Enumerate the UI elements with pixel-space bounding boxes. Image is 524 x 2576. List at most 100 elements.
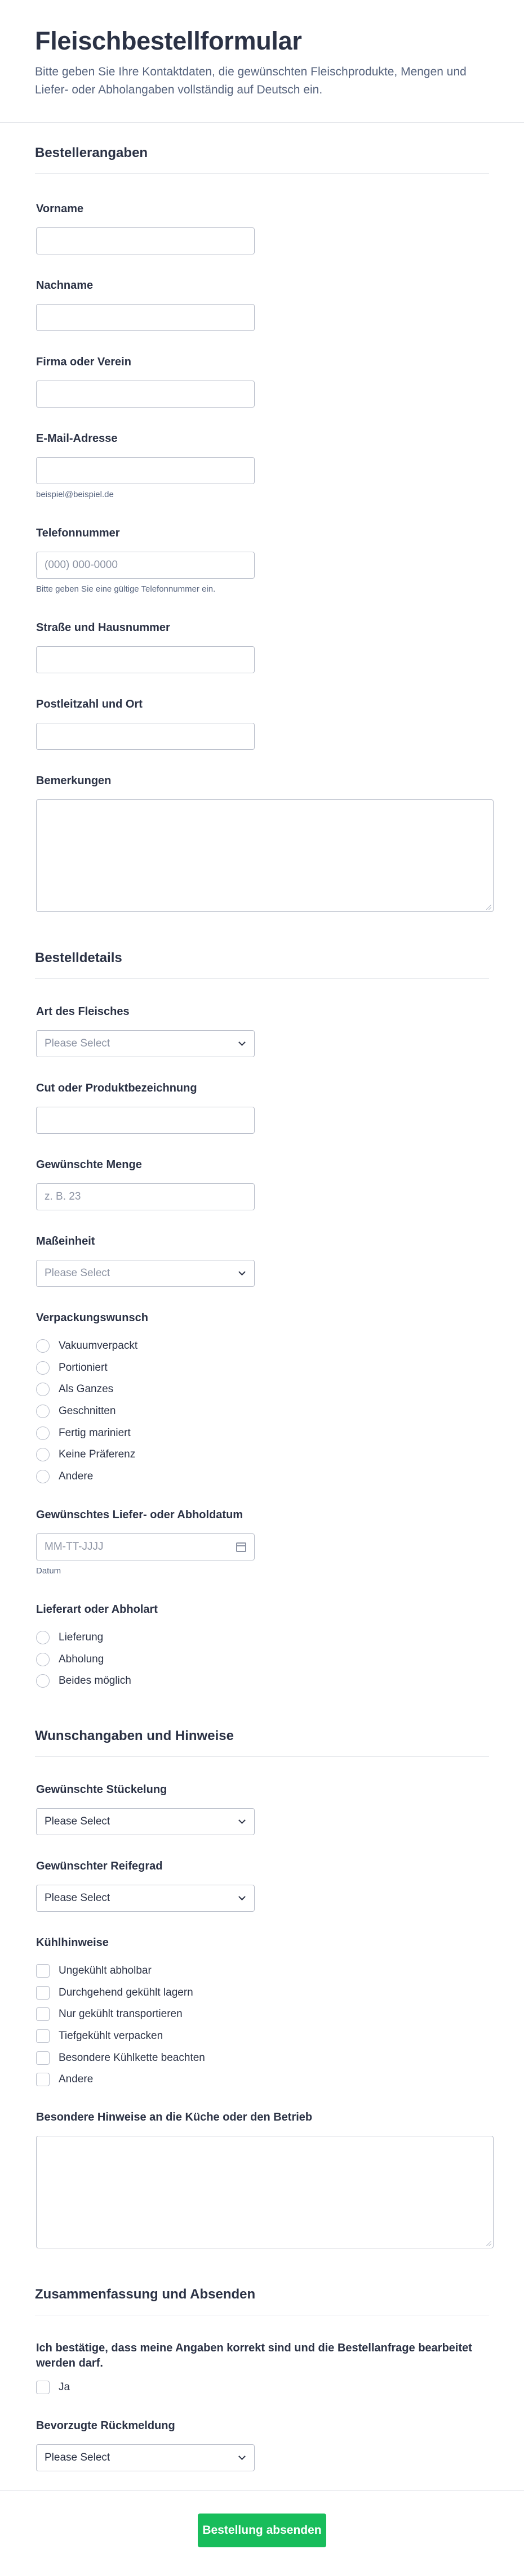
- unit-select[interactable]: Please Select: [36, 1260, 255, 1287]
- radio-button[interactable]: [36, 1652, 50, 1666]
- radio-button[interactable]: [36, 1405, 50, 1419]
- packaging-option[interactable]: Portioniert: [36, 1357, 148, 1379]
- feedback-select[interactable]: Please Select: [36, 2444, 255, 2471]
- remarks-textarea[interactable]: [36, 799, 494, 912]
- packaging-option[interactable]: Andere: [36, 1466, 148, 1488]
- field-label: Straße und Hausnummer: [36, 621, 170, 634]
- section-order-details: Bestelldetails: [35, 928, 489, 1012]
- radio-button[interactable]: [36, 1426, 50, 1440]
- field-zip-city: Postleitzahl und Ort: [35, 697, 255, 750]
- confirm-option[interactable]: Ja: [36, 2377, 491, 2399]
- radio-button[interactable]: [36, 1361, 50, 1375]
- radio-button[interactable]: [36, 1339, 50, 1353]
- chevron-down-icon: [238, 2454, 246, 2462]
- checkbox[interactable]: [36, 2029, 50, 2043]
- checkbox[interactable]: [36, 2051, 50, 2065]
- delivery-options: Lieferung Abholung Beides möglich: [36, 1627, 158, 1692]
- packaging-option[interactable]: Vakuumverpackt: [36, 1335, 148, 1357]
- option-label: Abholung: [59, 1653, 104, 1665]
- email-input[interactable]: [36, 457, 255, 484]
- street-input[interactable]: [36, 646, 255, 673]
- radio-button[interactable]: [36, 1674, 50, 1688]
- meat-type-select[interactable]: Please Select: [36, 1030, 255, 1057]
- form-header: Fleischbestellformular Bitte geben Sie I…: [0, 0, 524, 123]
- radio-button[interactable]: [36, 1383, 50, 1397]
- delivery-option[interactable]: Lieferung: [36, 1627, 158, 1649]
- quantity-input[interactable]: z. B. 23: [36, 1183, 255, 1210]
- field-cut: Cut oder Produktbezeichnung: [35, 1081, 255, 1134]
- delivery-option[interactable]: Beides möglich: [36, 1670, 158, 1692]
- option-label: Andere: [59, 2073, 94, 2086]
- select-value: Please Select: [45, 1037, 110, 1049]
- packaging-options: Vakuumverpackt Portioniert Als Ganzes Ge…: [36, 1335, 148, 1487]
- option-label: Ungekühlt abholbar: [59, 1965, 152, 1977]
- cooling-option[interactable]: Nur gekühlt transportieren: [36, 2003, 205, 2025]
- pieces-select[interactable]: Please Select: [36, 1808, 255, 1835]
- field-label: Firma oder Verein: [36, 356, 131, 368]
- checkbox[interactable]: [36, 2381, 50, 2395]
- select-value: Please Select: [45, 2452, 110, 2463]
- date-sublabel: Datum: [36, 1566, 61, 1576]
- field-first-name: Vorname: [35, 202, 255, 254]
- field-label: Nachname: [36, 279, 94, 292]
- cooling-option[interactable]: Durchgehend gekühlt lagern: [36, 1982, 205, 2004]
- cut-input[interactable]: [36, 1107, 255, 1134]
- field-quantity: Gewünschte Menge z. B. 23: [35, 1157, 255, 1210]
- field-date: Gewünschtes Liefer- oder Abholdatum MM-T…: [35, 1508, 255, 1576]
- form-subtitle: Bitte geben Sie Ihre Kontaktdaten, die g…: [35, 65, 467, 97]
- radio-button[interactable]: [36, 1469, 50, 1483]
- field-label: Maßeinheit: [36, 1235, 95, 1247]
- radio-button[interactable]: [36, 1448, 50, 1462]
- field-remarks: Bemerkungen: [35, 773, 494, 912]
- radio-button[interactable]: [36, 1631, 50, 1645]
- cooling-option[interactable]: Besondere Kühlkette beachten: [36, 2047, 205, 2069]
- last-name-input[interactable]: [36, 304, 255, 331]
- section-title: Zusammenfassung und Absenden: [35, 2287, 489, 2315]
- submit-button[interactable]: Bestellung absenden: [198, 2514, 326, 2547]
- notes-textarea[interactable]: [36, 2136, 494, 2248]
- field-phone: Telefonnummer (000) 000-0000 Bitte geben…: [35, 526, 255, 594]
- cooling-options: Ungekühlt abholbar Durchgehend gekühlt l…: [36, 1960, 205, 2091]
- date-input[interactable]: MM-TT-JJJJ: [36, 1533, 255, 1560]
- first-name-input[interactable]: [36, 227, 255, 254]
- section-summary: Zusammenfassung und Absenden: [35, 2264, 489, 2349]
- cooling-option[interactable]: Andere: [36, 2069, 205, 2091]
- select-value: Please Select: [45, 1267, 110, 1279]
- form-title: Fleischbestellformular: [35, 26, 302, 55]
- date-placeholder: MM-TT-JJJJ: [45, 1541, 104, 1553]
- company-input[interactable]: [36, 381, 255, 408]
- cooling-option[interactable]: Ungekühlt abholbar: [36, 1960, 205, 1982]
- chevron-down-icon: [238, 1269, 246, 1277]
- delivery-option[interactable]: Abholung: [36, 1649, 158, 1671]
- field-email: E-Mail-Adresse beispiel@beispiel.de: [35, 431, 255, 499]
- packaging-option[interactable]: Fertig mariniert: [36, 1422, 148, 1444]
- packaging-option[interactable]: Geschnitten: [36, 1401, 148, 1423]
- select-value: Please Select: [45, 1815, 110, 1827]
- packaging-option[interactable]: Keine Präferenz: [36, 1444, 148, 1466]
- checkbox[interactable]: [36, 1985, 50, 2000]
- calendar-icon[interactable]: [236, 1542, 246, 1552]
- field-label: Gewünschter Reifegrad: [36, 1860, 163, 1872]
- field-cooling: Kühlhinweise Ungekühlt abholbar Durchgeh…: [35, 1935, 205, 2091]
- field-label: Art des Fleisches: [36, 1005, 130, 1018]
- field-label: Gewünschtes Liefer- oder Abholdatum: [36, 1509, 243, 1521]
- packaging-option[interactable]: Als Ganzes: [36, 1379, 148, 1401]
- field-notes: Besondere Hinweise an die Küche oder den…: [35, 2110, 494, 2248]
- option-label: Ja: [59, 2381, 70, 2394]
- field-label: Gewünschte Menge: [36, 1159, 142, 1171]
- ripeness-select[interactable]: Please Select: [36, 1885, 255, 1912]
- option-label: Als Ganzes: [59, 1383, 114, 1396]
- phone-input[interactable]: (000) 000-0000: [36, 552, 255, 579]
- option-label: Beides möglich: [59, 1675, 131, 1687]
- checkbox[interactable]: [36, 1964, 50, 1978]
- field-label: Gewünschte Stückelung: [36, 1783, 167, 1796]
- cooling-option[interactable]: Tiefgekühlt verpacken: [36, 2025, 205, 2047]
- checkbox[interactable]: [36, 2007, 50, 2022]
- chevron-down-icon: [238, 1818, 246, 1826]
- field-packaging: Verpackungswunsch Vakuumverpackt Portion…: [35, 1311, 148, 1487]
- checkbox[interactable]: [36, 2073, 50, 2087]
- zip-city-input[interactable]: [36, 723, 255, 750]
- field-last-name: Nachname: [35, 278, 255, 331]
- section-title: Wunschangaben und Hinweise: [35, 1728, 489, 1757]
- field-label: Ich bestätige, dass meine Angaben korrek…: [36, 2342, 472, 2369]
